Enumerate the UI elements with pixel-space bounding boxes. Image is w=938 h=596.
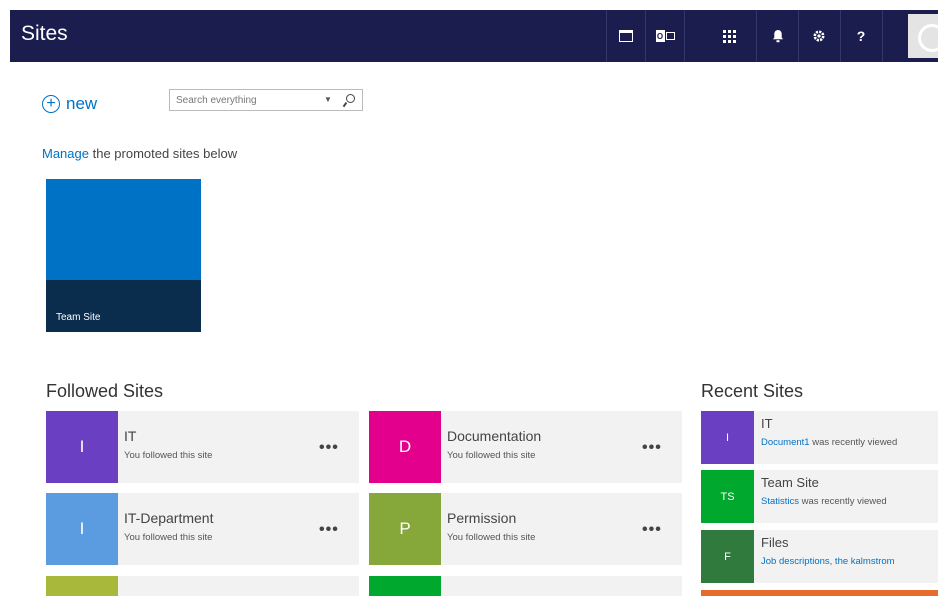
- activity-text: was recently viewed: [799, 496, 887, 507]
- recent-site-card[interactable]: [701, 590, 938, 596]
- add-icon: +: [42, 95, 60, 113]
- tile-label-band: [46, 280, 201, 332]
- recent-sites-heading: Recent Sites: [701, 381, 804, 401]
- document-link[interactable]: Document1: [761, 437, 810, 448]
- site-status: You followed this site: [124, 450, 213, 461]
- promoted-site-label: Team Site: [56, 312, 101, 323]
- site-name[interactable]: IT: [124, 428, 136, 444]
- site-name[interactable]: Permission: [447, 510, 516, 526]
- divider: [684, 10, 685, 62]
- site-name[interactable]: Documentation: [447, 428, 541, 444]
- divider: [798, 10, 799, 62]
- site-tile: I: [46, 411, 118, 483]
- new-site-button[interactable]: + new: [42, 94, 97, 114]
- document-link[interactable]: Job descriptions, the kalmstrom: [761, 556, 895, 567]
- site-tile: F: [701, 530, 754, 583]
- settings-icon[interactable]: [800, 10, 838, 62]
- more-options-icon[interactable]: •••: [319, 521, 339, 539]
- search-icon[interactable]: [343, 94, 355, 108]
- site-name[interactable]: Files: [761, 535, 788, 550]
- site-name[interactable]: IT: [761, 416, 773, 431]
- more-options-icon[interactable]: •••: [642, 439, 662, 457]
- activity-text: was recently viewed: [809, 437, 898, 448]
- avatar[interactable]: [908, 14, 938, 58]
- document-link[interactable]: Statistics: [761, 496, 799, 507]
- new-site-label: new: [66, 94, 98, 113]
- manage-promoted-text: Manage the promoted sites below: [42, 146, 237, 161]
- calendar-icon[interactable]: [607, 10, 645, 62]
- recent-activity: Document1 was recently viewed: [761, 437, 897, 448]
- recent-site-card[interactable]: I IT Document1 was recently viewed: [701, 411, 938, 464]
- recent-activity: Job descriptions, the kalmstrom: [761, 556, 895, 567]
- site-tile: TS: [701, 470, 754, 523]
- followed-site-card[interactable]: I IT-Department You followed this site •…: [46, 493, 359, 565]
- manage-link[interactable]: Manage: [42, 146, 89, 161]
- app-title[interactable]: Sites: [21, 22, 68, 46]
- search-box[interactable]: Search everything ▼: [169, 89, 363, 111]
- followed-site-card[interactable]: [46, 576, 359, 596]
- promoted-site-tile[interactable]: Team Site: [46, 179, 201, 332]
- search-input[interactable]: Search everything: [176, 95, 257, 106]
- suite-bar: Sites O ?: [10, 10, 938, 62]
- site-name[interactable]: IT-Department: [124, 510, 213, 526]
- followed-site-card[interactable]: I IT You followed this site •••: [46, 411, 359, 483]
- site-status: You followed this site: [447, 532, 536, 543]
- notifications-icon[interactable]: [759, 10, 797, 62]
- site-name[interactable]: Team Site: [761, 475, 819, 490]
- divider: [756, 10, 757, 62]
- divider: [882, 10, 883, 62]
- site-tile: [369, 576, 441, 596]
- recent-site-card[interactable]: F Files Job descriptions, the kalmstrom: [701, 530, 938, 583]
- divider: [840, 10, 841, 62]
- manage-description: the promoted sites below: [88, 146, 238, 161]
- site-status: You followed this site: [124, 532, 213, 543]
- search-scope-dropdown-icon[interactable]: ▼: [324, 95, 332, 104]
- app-launcher-icon[interactable]: [710, 10, 748, 62]
- recent-site-card[interactable]: TS Team Site Statistics was recently vie…: [701, 470, 938, 523]
- followed-sites-heading: Followed Sites: [46, 381, 164, 401]
- more-options-icon[interactable]: •••: [319, 439, 339, 457]
- followed-site-card[interactable]: P Permission You followed this site •••: [369, 493, 682, 565]
- site-tile: [46, 576, 118, 596]
- site-tile: I: [701, 411, 754, 464]
- followed-site-card[interactable]: [369, 576, 682, 596]
- outlook-icon[interactable]: O: [646, 10, 684, 62]
- recent-activity: Statistics was recently viewed: [761, 496, 887, 507]
- more-options-icon[interactable]: •••: [642, 521, 662, 539]
- site-status: You followed this site: [447, 450, 536, 461]
- site-tile: I: [46, 493, 118, 565]
- site-tile: P: [369, 493, 441, 565]
- help-icon[interactable]: ?: [842, 10, 880, 62]
- site-tile: D: [369, 411, 441, 483]
- followed-site-card[interactable]: D Documentation You followed this site •…: [369, 411, 682, 483]
